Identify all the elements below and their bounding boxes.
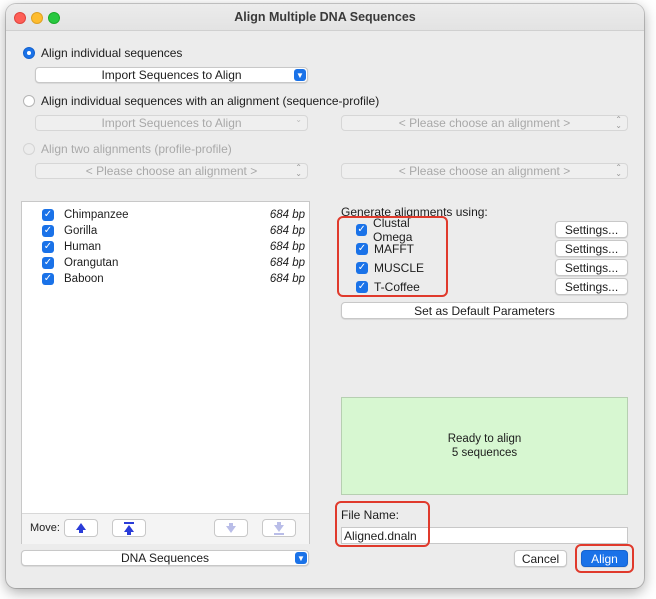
set-default-parameters-button[interactable]: Set as Default Parameters [341, 302, 628, 319]
move-toolbar: Move: [22, 513, 309, 544]
sequence-name: Chimpanzee [64, 209, 129, 221]
window-title: Align Multiple DNA Sequences [234, 10, 416, 24]
choose-alignment-popup-3-label: < Please choose an alignment > [398, 164, 571, 178]
radio-align-two-alignments: Align two alignments (profile-profile) [23, 142, 232, 156]
import-sequences-popup-label: Import Sequences to Align [101, 68, 242, 82]
up-down-chevron-icon: ⌃ ⌄ [615, 115, 622, 130]
arrow-to-bottom-icon [274, 521, 284, 535]
sequence-length: 684 bp [269, 241, 305, 253]
radio-align-with-alignment[interactable]: Align individual sequences with an align… [23, 94, 379, 108]
sequence-checkbox[interactable]: ✓ [42, 241, 54, 253]
sequence-checkbox[interactable]: ✓ [42, 273, 54, 285]
sequence-name: Gorilla [64, 225, 98, 237]
move-label: Move: [30, 522, 60, 534]
align-button-highlight-box [575, 544, 634, 573]
radio-align-individual-label: Align individual sequences [41, 46, 183, 60]
move-to-top-button[interactable] [112, 519, 146, 537]
status-panel: Ready to align 5 sequences [341, 397, 628, 495]
up-down-chevron-icon: ⌃ ⌄ [295, 163, 302, 178]
title-bar: Align Multiple DNA Sequences [6, 4, 644, 31]
sequence-type-popup[interactable]: DNA Sequences ▼ [21, 550, 309, 566]
choose-alignment-popup-3: < Please choose an alignment > ⌃ ⌄ [341, 163, 628, 179]
sequence-name: Baboon [64, 273, 104, 285]
radio-unselected-indicator[interactable] [23, 95, 35, 107]
chevron-down-icon: ▼ [295, 552, 307, 564]
arrow-down-icon [226, 523, 236, 533]
align-dialog-window: Align Multiple DNA Sequences Align indiv… [6, 4, 644, 588]
sequence-row[interactable]: ✓ Baboon 684 bp [42, 271, 305, 287]
sequence-checkbox[interactable]: ✓ [42, 209, 54, 221]
sequence-row[interactable]: ✓ Chimpanzee 684 bp [42, 207, 305, 223]
muscle-settings-button[interactable]: Settings... [555, 259, 628, 276]
import-sequences-popup-disabled: Import Sequences to Align ⌄ [35, 115, 308, 131]
radio-align-two-alignments-label: Align two alignments (profile-profile) [41, 142, 232, 156]
clustal-settings-button[interactable]: Settings... [555, 221, 628, 238]
sequence-name: Orangutan [64, 257, 119, 269]
sequence-row[interactable]: ✓ Gorilla 684 bp [42, 223, 305, 239]
sequence-checkbox[interactable]: ✓ [42, 257, 54, 269]
sequence-row[interactable]: ✓ Human 684 bp [42, 239, 305, 255]
status-line-2: 5 sequences [451, 447, 518, 459]
sequence-length: 684 bp [269, 257, 305, 269]
choose-alignment-popup-1: < Please choose an alignment > ⌃ ⌄ [341, 115, 628, 131]
radio-align-with-alignment-label: Align individual sequences with an align… [41, 94, 380, 108]
sequence-length: 684 bp [269, 209, 305, 221]
radio-selected-indicator[interactable] [23, 47, 35, 59]
move-to-bottom-button [262, 519, 296, 537]
aligners-highlight-box [337, 216, 448, 297]
chevron-down-icon: ▼ [294, 69, 306, 81]
sequence-checkbox[interactable]: ✓ [42, 225, 54, 237]
sequence-length: 684 bp [269, 225, 305, 237]
arrow-to-top-icon [124, 521, 134, 535]
sequence-length: 684 bp [269, 273, 305, 285]
radio-align-individual[interactable]: Align individual sequences [23, 46, 182, 60]
sequence-type-popup-label: DNA Sequences [120, 551, 210, 565]
up-down-chevron-icon: ⌃ ⌄ [615, 163, 622, 178]
sequence-name: Human [64, 241, 102, 253]
import-sequences-popup-disabled-label: Import Sequences to Align [101, 116, 242, 130]
chevron-down-icon: ⌄ [295, 115, 302, 124]
arrow-up-icon [76, 523, 86, 533]
file-name-highlight-box [335, 501, 430, 547]
sequence-row[interactable]: ✓ Orangutan 684 bp [42, 255, 305, 271]
move-down-button [214, 519, 248, 537]
choose-alignment-popup-1-label: < Please choose an alignment > [398, 116, 571, 130]
choose-alignment-popup-2-label: < Please choose an alignment > [85, 164, 258, 178]
import-sequences-popup[interactable]: Import Sequences to Align ▼ [35, 67, 308, 83]
t-coffee-settings-button[interactable]: Settings... [555, 278, 628, 295]
radio-disabled-indicator [23, 143, 35, 155]
mafft-settings-button[interactable]: Settings... [555, 240, 628, 257]
status-line-1: Ready to align [447, 433, 522, 445]
sequence-list-panel[interactable]: ✓ Chimpanzee 684 bp ✓ Gorilla 684 bp ✓ H… [21, 201, 310, 544]
choose-alignment-popup-2: < Please choose an alignment > ⌃ ⌄ [35, 163, 308, 179]
cancel-button[interactable]: Cancel [514, 550, 567, 567]
move-up-button[interactable] [64, 519, 98, 537]
